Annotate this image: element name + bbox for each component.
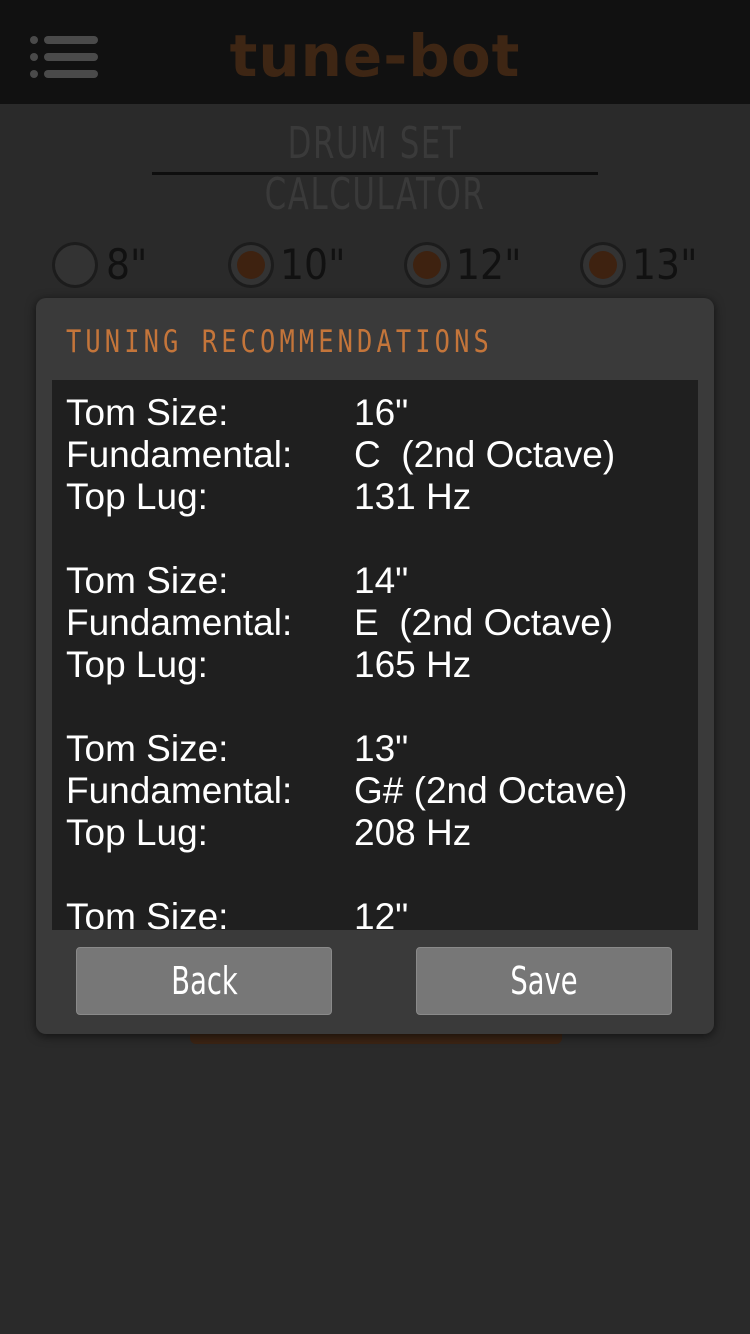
top-lug-label: Top Lug: <box>66 476 208 517</box>
tom-size-row: Tom Size: 12" <box>66 896 686 930</box>
tom-size-row: Tom Size: 16" <box>66 392 686 434</box>
tom-size-label: Tom Size: <box>66 728 229 769</box>
radio-icon[interactable] <box>52 242 98 288</box>
size-label: 13" <box>632 240 698 289</box>
top-lug-label: Top Lug: <box>66 812 208 853</box>
tom-size-value: 16" <box>354 392 409 433</box>
brand-logo: tune-bot <box>229 22 521 90</box>
fundamental-row: Fundamental: G# (2nd Octave) <box>66 770 686 812</box>
tom-size-label: Tom Size: <box>66 560 229 601</box>
size-label: 12" <box>456 240 522 289</box>
fundamental-label: Fundamental: <box>66 602 293 643</box>
fundamental-value: E (2nd Octave) <box>354 602 614 643</box>
top-lug-row: Top Lug: 208 Hz <box>66 812 686 854</box>
tom-size-row: Tom Size: 13" <box>66 728 686 770</box>
top-lug-row: Top Lug: 131 Hz <box>66 476 686 518</box>
fundamental-label: Fundamental: <box>66 434 293 475</box>
list-item: Tom Size: 14" Fundamental: E (2nd Octave… <box>66 560 686 686</box>
top-lug-label: Top Lug: <box>66 644 208 685</box>
tom-size-label: Tom Size: <box>66 896 229 930</box>
tom-size-value: 13" <box>354 728 409 769</box>
fundamental-label: Fundamental: <box>66 770 293 811</box>
list-item: Tom Size: 12" <box>66 896 686 930</box>
fundamental-value: G# (2nd Octave) <box>354 770 628 811</box>
size-label: 8" <box>106 240 148 289</box>
radio-selected-icon[interactable] <box>404 242 450 288</box>
size-label: 10" <box>280 240 346 289</box>
top-lug-row: Top Lug: 165 Hz <box>66 644 686 686</box>
recommendations-list[interactable]: Tom Size: 16" Fundamental: C (2nd Octave… <box>52 380 698 930</box>
title-divider <box>152 172 598 175</box>
radio-selected-icon[interactable] <box>580 242 626 288</box>
tom-size-value: 12" <box>354 896 409 930</box>
list-item: Tom Size: 16" Fundamental: C (2nd Octave… <box>66 392 686 518</box>
back-button-label: Back <box>170 959 238 1003</box>
fundamental-value: C (2nd Octave) <box>354 434 616 475</box>
back-button[interactable]: Back <box>76 947 332 1015</box>
radio-selected-icon[interactable] <box>228 242 274 288</box>
top-lug-value: 165 Hz <box>354 644 472 685</box>
tom-size-row: Tom Size: 14" <box>66 560 686 602</box>
tuning-recommendations-dialog: TUNING RECOMMENDATIONS Tom Size: 16" Fun… <box>36 298 714 1034</box>
save-button-label: Save <box>510 959 578 1003</box>
top-bar: tune-bot <box>0 0 750 104</box>
top-lug-value: 208 Hz <box>354 812 472 853</box>
tom-size-value: 14" <box>354 560 409 601</box>
top-lug-value: 131 Hz <box>354 476 472 517</box>
dialog-title: TUNING RECOMMENDATIONS <box>66 324 493 360</box>
list-item: Tom Size: 13" Fundamental: G# (2nd Octav… <box>66 728 686 854</box>
fundamental-row: Fundamental: E (2nd Octave) <box>66 602 686 644</box>
fundamental-row: Fundamental: C (2nd Octave) <box>66 434 686 476</box>
save-button[interactable]: Save <box>416 947 672 1015</box>
tom-size-label: Tom Size: <box>66 392 229 433</box>
page-title: DRUM SET CALCULATOR <box>264 118 486 220</box>
